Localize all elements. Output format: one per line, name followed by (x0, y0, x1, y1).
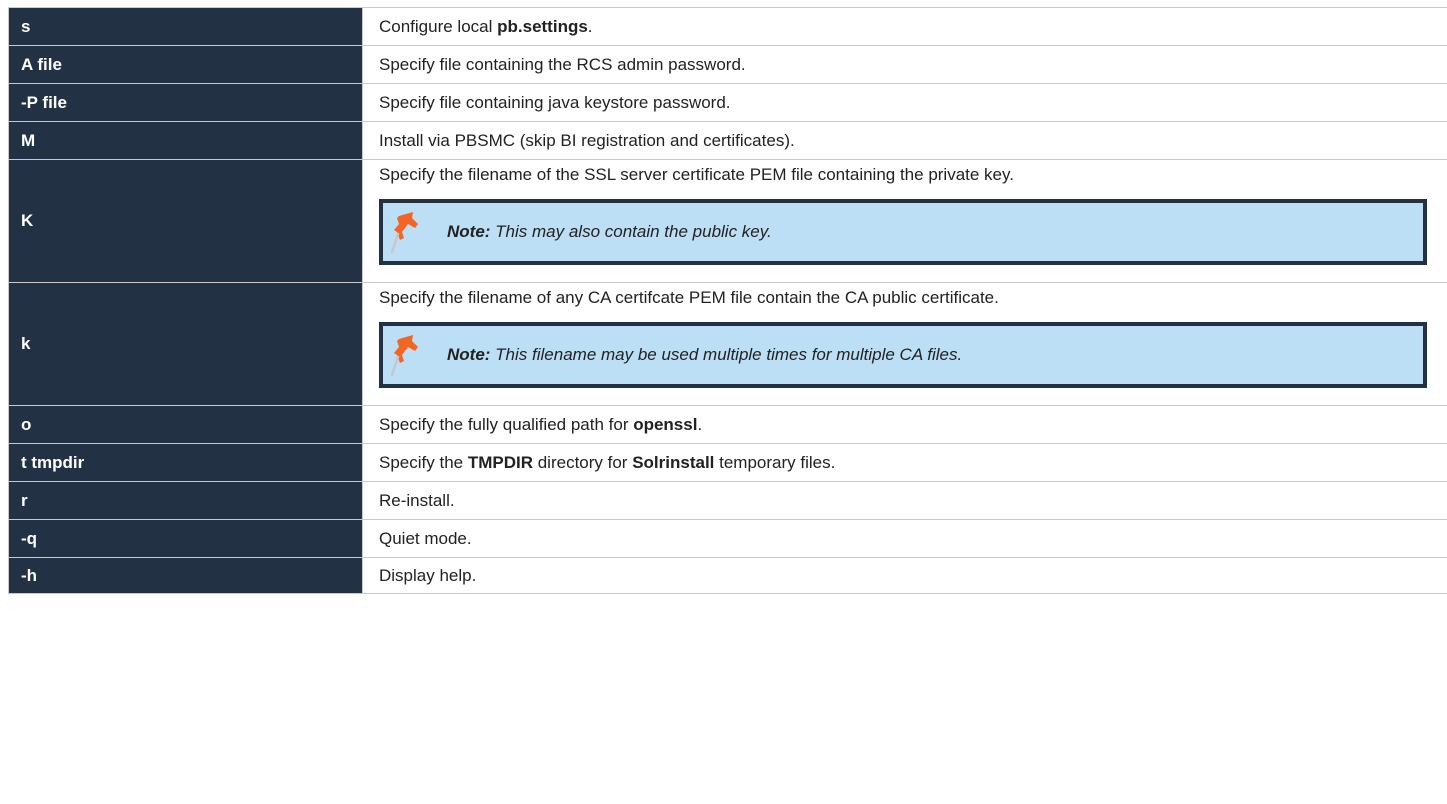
option-flag: r (8, 481, 363, 520)
note-text: This may also contain the public key. (490, 221, 772, 241)
option-flag: s (8, 7, 363, 46)
option-flag: A file (8, 45, 363, 84)
program-name: Solrinstall (632, 452, 715, 472)
note-callout: Note: This may also contain the public k… (379, 198, 1427, 265)
table-row: M Install via PBSMC (skip BI registratio… (8, 121, 1447, 160)
option-description: Specify file containing the RCS admin pa… (362, 45, 1447, 84)
option-description: Specify the filename of any CA certifcat… (362, 282, 1447, 406)
description-text: Specify the filename of the SSL server c… (379, 164, 1014, 184)
option-flag: k (8, 282, 363, 406)
option-description: Specify file containing java keystore pa… (362, 83, 1447, 122)
table-row: K Specify the filename of the SSL server… (8, 159, 1447, 283)
table-row: t tmpdir Specify the TMPDIR directory fo… (8, 443, 1447, 482)
option-description: Quiet mode. (362, 519, 1447, 558)
option-flag: t tmpdir (8, 443, 363, 482)
option-flag: M (8, 121, 363, 160)
pushpin-icon (391, 334, 418, 376)
table-row: -P file Specify file containing java key… (8, 83, 1447, 122)
option-flag: K (8, 159, 363, 283)
pushpin-icon (391, 211, 418, 253)
option-description: Configure local pb.settings. (362, 7, 1447, 46)
description-text: Specify the filename of any CA certifcat… (379, 287, 999, 307)
table-row: A file Specify file containing the RCS a… (8, 45, 1447, 84)
table-row: r Re-install. (8, 481, 1447, 520)
command-name: openssl (633, 414, 698, 434)
note-text: This filename may be used multiple times… (490, 344, 963, 364)
option-description: Specify the fully qualified path for ope… (362, 405, 1447, 444)
env-var-name: TMPDIR (467, 452, 533, 472)
option-flag: o (8, 405, 363, 444)
table-row: k Specify the filename of any CA certifc… (8, 282, 1447, 406)
table-row: o Specify the fully qualified path for o… (8, 405, 1447, 444)
note-label: Note: (447, 221, 491, 241)
option-description: Display help. (362, 557, 1447, 594)
option-flag: -P file (8, 83, 363, 122)
table-row: -q Quiet mode. (8, 519, 1447, 558)
option-description: Re-install. (362, 481, 1447, 520)
option-flag: -q (8, 519, 363, 558)
options-table: s Configure local pb.settings. A file Sp… (8, 7, 1447, 594)
table-row: -h Display help. (8, 557, 1447, 594)
setting-name: pb.settings (497, 16, 588, 36)
option-description: Specify the TMPDIR directory for Solrins… (362, 443, 1447, 482)
option-flag: -h (8, 557, 363, 594)
option-description: Install via PBSMC (skip BI registration … (362, 121, 1447, 160)
option-description: Specify the filename of the SSL server c… (362, 159, 1447, 283)
note-callout: Note: This filename may be used multiple… (379, 321, 1427, 388)
table-row: s Configure local pb.settings. (8, 7, 1447, 46)
note-label: Note: (447, 344, 491, 364)
